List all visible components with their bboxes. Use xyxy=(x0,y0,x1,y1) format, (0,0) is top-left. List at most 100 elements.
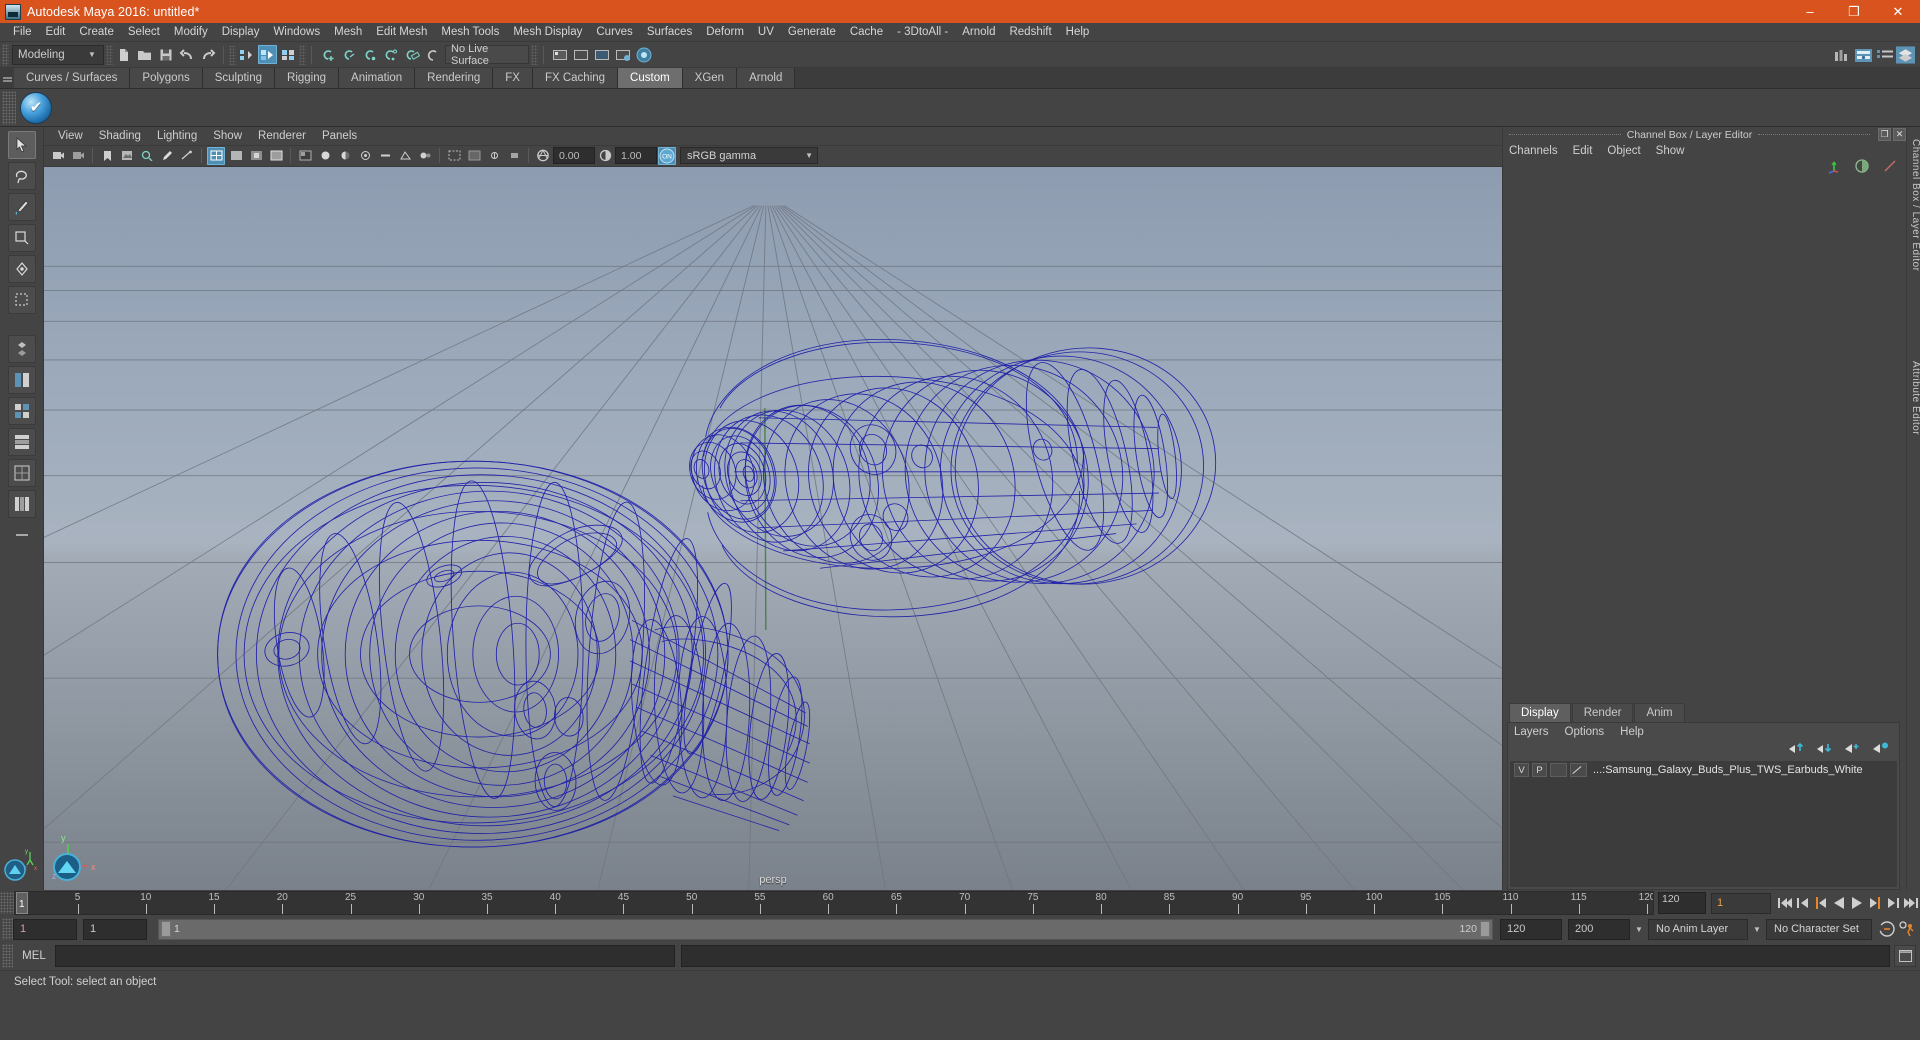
channel-box-content[interactable] xyxy=(1503,176,1906,703)
xray-joints-icon[interactable] xyxy=(485,147,503,165)
select-camera-icon[interactable] xyxy=(49,147,67,165)
viewport-menu-renderer[interactable]: Renderer xyxy=(250,129,314,143)
animation-start-field[interactable]: 1 xyxy=(13,918,77,940)
menu-item-cache[interactable]: Cache xyxy=(843,25,890,39)
range-start-handle[interactable] xyxy=(161,921,171,937)
move-tool[interactable] xyxy=(7,224,36,252)
toolbar-divider[interactable] xyxy=(106,44,113,65)
xray-icon[interactable] xyxy=(465,147,483,165)
menu-item-mesh[interactable]: Mesh xyxy=(327,25,369,39)
camera-attributes-icon[interactable] xyxy=(69,147,87,165)
snap-to-curve-icon[interactable] xyxy=(339,45,358,64)
select-by-component-icon[interactable] xyxy=(279,45,298,64)
character-set-field[interactable]: No Character Set xyxy=(1766,918,1872,940)
range-slider[interactable]: 1 120 xyxy=(158,918,1493,940)
status-line-gripper[interactable] xyxy=(2,43,9,66)
command-input[interactable] xyxy=(55,945,675,967)
bookmark-icon[interactable] xyxy=(98,147,116,165)
shelf-tab-arnold[interactable]: Arnold xyxy=(737,68,796,88)
viewport-menu-view[interactable]: View xyxy=(50,129,91,143)
snap-to-point-icon[interactable] xyxy=(360,45,379,64)
viewport-3d-canvas[interactable]: persp y x z xyxy=(44,166,1502,890)
time-slider[interactable]: 1 5 10 15 20 25 30 35 40 45 50 55 60 65 70 75 80 85 90 95 1… xyxy=(14,891,1654,915)
shelf-tab-xgen[interactable]: XGen xyxy=(682,68,738,88)
shelf-tab-curves-surfaces[interactable]: Curves / Surfaces xyxy=(14,68,131,88)
layer-editor-icon[interactable] xyxy=(1896,46,1915,65)
layer-menu-options[interactable]: Options xyxy=(1565,726,1605,738)
step-forward-frame-icon[interactable] xyxy=(1866,893,1884,913)
menu-item-redshift[interactable]: Redshift xyxy=(1002,25,1058,39)
depth-of-field-icon[interactable] xyxy=(416,147,434,165)
menu-item-windows[interactable]: Windows xyxy=(266,25,327,39)
side-tab-attribute-editor[interactable]: Attribute Editor xyxy=(1907,357,1920,439)
layer-color-swatch[interactable] xyxy=(1570,763,1587,777)
layer-menu-help[interactable]: Help xyxy=(1620,726,1644,738)
keyframe-tool-icon[interactable] xyxy=(178,147,196,165)
viewport-menu-lighting[interactable]: Lighting xyxy=(149,129,205,143)
layer-tab-render[interactable]: Render xyxy=(1571,703,1634,722)
layer-row[interactable]: V P ...:Samsung_Galaxy_Buds_Plus_TWS_Earbu… xyxy=(1510,761,1897,779)
menu-item-mesh-display[interactable]: Mesh Display xyxy=(506,25,589,39)
panel-close-button[interactable]: ✕ xyxy=(1893,128,1906,141)
toolbar-divider-3[interactable] xyxy=(299,44,306,65)
side-tab-channel-box[interactable]: Channel Box / Layer Editor xyxy=(1907,135,1920,276)
time-slider-gripper[interactable] xyxy=(0,892,14,914)
menu-set-selector[interactable]: Modeling ▼ xyxy=(12,44,104,65)
open-scene-icon[interactable] xyxy=(135,45,154,64)
panel-float-button[interactable]: ❐ xyxy=(1878,128,1891,141)
menu-item-create[interactable]: Create xyxy=(72,25,121,39)
new-layer-from-selected-icon[interactable] xyxy=(1872,741,1889,759)
menu-item-generate[interactable]: Generate xyxy=(781,25,843,39)
make-live-icon[interactable] xyxy=(423,45,442,64)
command-line-gripper[interactable] xyxy=(2,944,13,968)
minimize-button[interactable]: – xyxy=(1788,0,1832,23)
shelf-tab-rigging[interactable]: Rigging xyxy=(275,68,340,88)
layout-persp-graph[interactable] xyxy=(7,459,36,487)
menu-item-3dtoall[interactable]: - 3DtoAll - xyxy=(890,25,955,39)
timeline-end-display[interactable]: 120 xyxy=(1658,892,1706,914)
layout-single-perspective[interactable] xyxy=(7,366,36,394)
current-time-indicator[interactable]: 1 xyxy=(16,892,28,914)
exposure-field[interactable]: 0.00 xyxy=(553,147,595,165)
layer-tab-anim[interactable]: Anim xyxy=(1634,703,1685,722)
current-frame-field[interactable]: 1 xyxy=(1711,892,1771,914)
menu-item-surfaces[interactable]: Surfaces xyxy=(640,25,699,39)
menu-item-display[interactable]: Display xyxy=(215,25,267,39)
anim-layer-field[interactable]: No Anim Layer xyxy=(1648,918,1748,940)
save-scene-icon[interactable] xyxy=(156,45,175,64)
use-all-lights-icon[interactable] xyxy=(316,147,334,165)
new-layer-icon[interactable] xyxy=(1844,741,1861,759)
shelf-tab-fx-caching[interactable]: FX Caching xyxy=(532,68,619,88)
menu-item-select[interactable]: Select xyxy=(121,25,167,39)
isolate-select-icon[interactable] xyxy=(445,147,463,165)
gamma-field[interactable]: 1.00 xyxy=(615,147,657,165)
live-surface-field[interactable]: No Live Surface xyxy=(445,43,529,67)
step-forward-keyframe-icon[interactable] xyxy=(1884,893,1902,913)
scale-tool[interactable] xyxy=(7,286,36,314)
command-output[interactable] xyxy=(681,945,1890,967)
menu-item-help[interactable]: Help xyxy=(1059,25,1097,39)
select-tool[interactable] xyxy=(7,131,36,159)
step-back-keyframe-icon[interactable] xyxy=(1794,893,1812,913)
shelf-tab-sculpting[interactable]: Sculpting xyxy=(202,68,276,88)
command-language-label[interactable]: MEL xyxy=(13,950,55,962)
render-settings-icon[interactable] xyxy=(613,45,632,64)
layer-visibility-toggle[interactable]: V xyxy=(1514,763,1529,777)
channel-box-menu-channels[interactable]: Channels xyxy=(1509,145,1567,157)
multisample-aa-icon[interactable] xyxy=(396,147,414,165)
playback-start-field[interactable]: 1 xyxy=(83,918,147,940)
channel-box-menu-show[interactable]: Show xyxy=(1656,145,1694,157)
layer-menu-layers[interactable]: Layers xyxy=(1514,726,1549,738)
playback-end-field[interactable]: 120 xyxy=(1500,918,1562,940)
custom-blue-check-icon[interactable] xyxy=(20,91,52,124)
menu-item-uv[interactable]: UV xyxy=(751,25,781,39)
menu-item-edit[interactable]: Edit xyxy=(39,25,73,39)
color-management-toggle[interactable]: ON xyxy=(658,146,676,165)
layer-list[interactable]: V P ...:Samsung_Galaxy_Buds_Plus_TWS_Earbu… xyxy=(1510,761,1897,887)
animation-preferences-icon[interactable] xyxy=(1898,919,1916,939)
wireframe-shading-icon[interactable] xyxy=(207,146,225,165)
move-layer-up-icon[interactable] xyxy=(1788,741,1805,759)
paint-select-tool[interactable] xyxy=(7,193,36,221)
color-profile-dropdown[interactable]: sRGB gamma ▼ xyxy=(680,147,818,165)
shelf-tab-custom[interactable]: Custom xyxy=(618,68,683,88)
